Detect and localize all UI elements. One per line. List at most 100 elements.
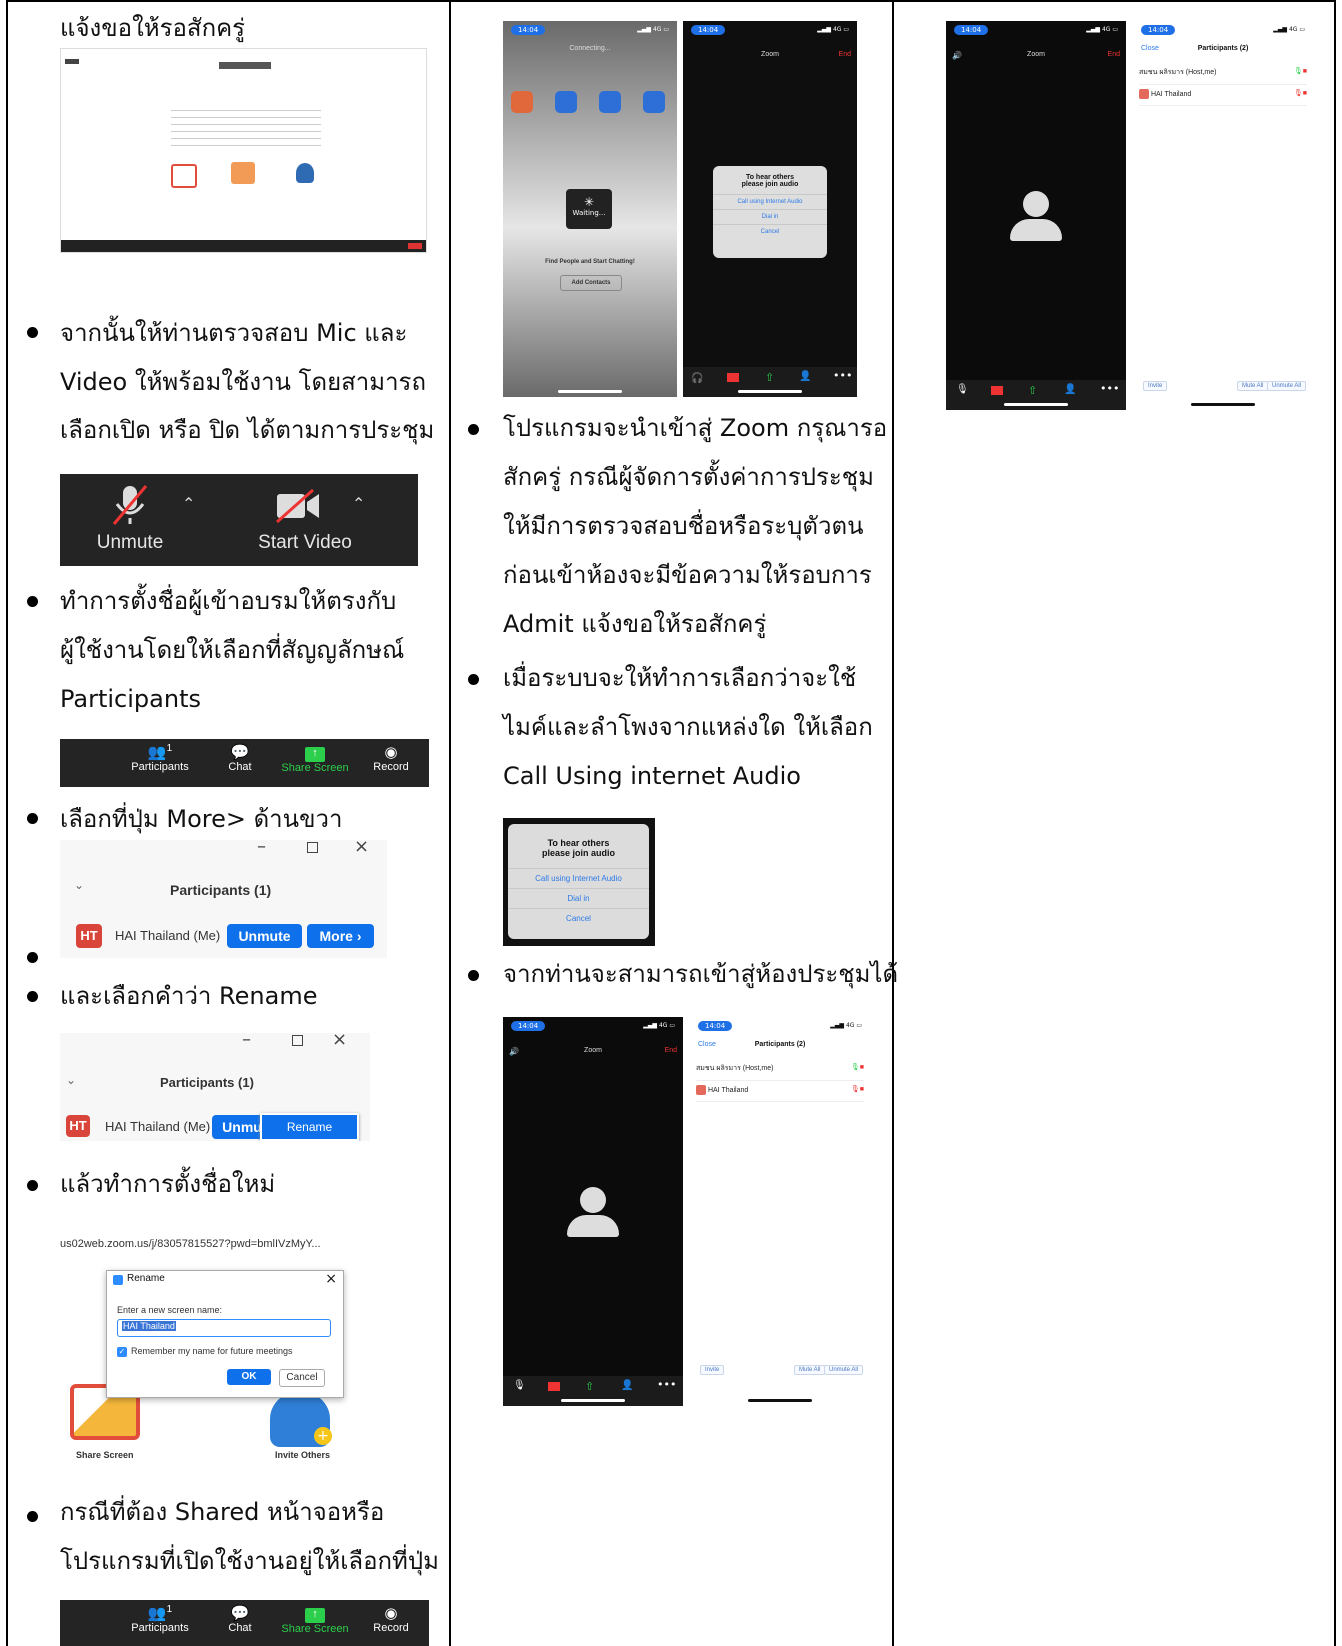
zoom-title: Zoom — [584, 1047, 602, 1054]
end-button[interactable]: End — [839, 51, 851, 58]
paragraph-text: จากท่านจะสามารถเข้าสู่ห้องประชุมได้ — [503, 960, 899, 988]
share-screen-label: Share Screen — [76, 1450, 134, 1460]
meeting-title-bar — [219, 62, 271, 69]
audio-video-controls: ⌃ Unmute ⌃ Start Video — [60, 474, 418, 566]
mute-all-button[interactable]: Mute All — [1237, 381, 1269, 391]
call-internet-audio-option[interactable]: Call using Internet Audio — [508, 868, 649, 888]
bullet — [27, 596, 38, 607]
unmute-label[interactable]: Unmute — [90, 532, 170, 554]
more-icon[interactable]: ••• — [1100, 382, 1119, 395]
minimize-icon[interactable]: – — [257, 840, 266, 857]
close-icon[interactable]: × — [325, 1271, 337, 1287]
chat-button[interactable]: 💬 Chat — [210, 1604, 270, 1634]
record-button[interactable]: ◉ Record — [356, 1604, 426, 1634]
start-video-label[interactable]: Start Video — [240, 532, 370, 554]
invite-button[interactable]: Invite — [1143, 381, 1168, 391]
mic-icon[interactable]: 🎙 — [956, 384, 969, 395]
unmute-button[interactable]: Unmute — [227, 924, 302, 948]
chat-icon: 💬 — [230, 1605, 250, 1622]
name-input[interactable]: HAI Thailand — [117, 1319, 331, 1337]
record-button[interactable]: ◉ Record — [356, 743, 426, 773]
mic-icon: 🎙■ — [850, 1064, 864, 1071]
close-icon[interactable]: × — [332, 1033, 347, 1050]
invite-button[interactable]: Invite — [700, 1365, 725, 1375]
list-item[interactable]: สมชน ผลิรมาร (Host,me) 🎙■ — [1139, 67, 1307, 85]
mute-all-button[interactable]: Mute All — [794, 1365, 826, 1375]
dial-in-option[interactable]: Dial in — [508, 888, 649, 908]
share-screen-button[interactable]: ↑ Share Screen — [270, 743, 360, 774]
audio-icon[interactable]: 🎧 — [691, 373, 703, 384]
mic-muted-icon: 🎙■ — [1293, 90, 1307, 97]
share-icon[interactable]: ⇧ — [1028, 384, 1037, 397]
cancel-option[interactable]: Cancel — [508, 908, 649, 928]
mic-icon[interactable]: 🎙 — [513, 1380, 526, 1391]
avatar: HT — [66, 1115, 90, 1137]
participants-icon: 👥1 — [147, 743, 173, 761]
participants-icon[interactable]: 👤 — [621, 1380, 633, 1391]
schedule-icon — [599, 91, 621, 113]
checkbox[interactable]: ✓ — [117, 1347, 127, 1357]
user-avatar-icon — [567, 1187, 619, 1237]
signal-icon: ▂▄▆ 4G ▭ — [643, 1022, 675, 1029]
call-internet-audio-option[interactable]: Call using Internet Audio — [713, 194, 827, 209]
cancel-button[interactable]: Cancel — [279, 1369, 325, 1387]
paragraph-text: เลือกเปิด หรือ ปิด ได้ตามการประชุม — [60, 416, 435, 444]
image-icon — [231, 162, 255, 184]
list-item[interactable]: สมชน ผลิรมาร (Host,me) 🎙■ — [696, 1063, 864, 1081]
signal-icon: ▂▄▆ 4G ▭ — [1273, 26, 1305, 33]
end-button[interactable]: End — [1108, 51, 1120, 58]
mic-icon: 🎙■ — [1293, 68, 1307, 75]
video-off-icon[interactable] — [275, 488, 321, 524]
zoom-toolbar: 👥1 Participants 💬 Chat ↑ Share Screen ◉ … — [60, 1600, 429, 1646]
end-button[interactable]: End — [665, 1047, 677, 1054]
mic-muted-icon[interactable] — [110, 484, 150, 526]
chat-icon: 💬 — [230, 744, 250, 761]
video-off-icon[interactable] — [548, 1382, 560, 1391]
minimize-icon[interactable]: – — [242, 1033, 251, 1050]
chevron-up-icon[interactable]: ⌃ — [182, 494, 195, 514]
zoom-toolbar: 👥1 Participants 💬 Chat ↑ Share Screen ◉ … — [60, 739, 429, 787]
signal-icon: ▂▄▆ 4G ▭ — [637, 26, 669, 33]
unmute-all-button[interactable]: Unmute All — [824, 1365, 864, 1375]
participants-icon[interactable]: 👤 — [799, 371, 811, 382]
paragraph-text: แล้วทำการตั้งชื่อใหม่ — [60, 1170, 276, 1198]
ok-button[interactable]: OK — [227, 1369, 271, 1385]
avatar — [696, 1085, 706, 1095]
more-button[interactable]: More › — [307, 924, 374, 948]
collapse-icon[interactable]: ⌄ — [74, 878, 84, 892]
more-icon[interactable]: ••• — [657, 1378, 676, 1391]
home-indicator — [1004, 403, 1068, 406]
chat-button[interactable]: 💬 Chat — [210, 743, 270, 773]
paragraph-text: จากนั้นให้ท่านตรวจสอบ Mic และ — [60, 319, 408, 347]
close-icon[interactable]: × — [354, 840, 369, 857]
rename-menu-item[interactable]: Rename — [260, 1113, 359, 1141]
share-screen-button[interactable]: ↑ Share Screen — [270, 1604, 360, 1635]
dialog-title: Rename — [127, 1273, 165, 1284]
restore-icon[interactable] — [307, 842, 318, 853]
unmute-all-button[interactable]: Unmute All — [1267, 381, 1307, 391]
collapse-icon[interactable]: ⌄ — [66, 1073, 76, 1087]
chevron-up-icon[interactable]: ⌃ — [352, 494, 365, 514]
participants-icon[interactable]: 👤 — [1064, 384, 1076, 395]
restore-icon[interactable] — [292, 1035, 303, 1046]
video-off-icon[interactable] — [727, 373, 739, 382]
meeting-info-lines — [171, 104, 321, 152]
zoom-logo-icon — [113, 1275, 123, 1285]
home-indicator — [558, 390, 622, 393]
share-icon[interactable]: ⇧ — [765, 371, 774, 384]
more-icon[interactable]: ••• — [833, 369, 852, 382]
participants-panel: – × ⌄ Participants (1) HT HAI Thailand (… — [60, 840, 387, 958]
participants-button[interactable]: 👥1 Participants — [115, 743, 205, 773]
video-off-icon[interactable] — [991, 386, 1003, 395]
list-item[interactable]: HAI Thailand 🎙■ — [1139, 89, 1307, 106]
end-button — [408, 243, 422, 249]
paragraph-text: ผู้ใช้งานโดยให้เลือกที่สัญญลักษณ์ — [60, 636, 405, 664]
panel-title: Participants (1) — [170, 882, 272, 898]
participants-button[interactable]: 👥1 Participants — [115, 1604, 205, 1634]
share-icon[interactable]: ⇧ — [585, 1380, 594, 1393]
add-contacts-button[interactable]: Add Contacts — [560, 275, 622, 291]
cancel-option[interactable]: Cancel — [713, 224, 827, 239]
paragraph-text: Video ให้พร้อมใช้งาน โดยสามารถ — [60, 368, 426, 396]
dial-in-option[interactable]: Dial in — [713, 209, 827, 224]
list-item[interactable]: HAI Thailand 🎙■ — [696, 1085, 864, 1102]
